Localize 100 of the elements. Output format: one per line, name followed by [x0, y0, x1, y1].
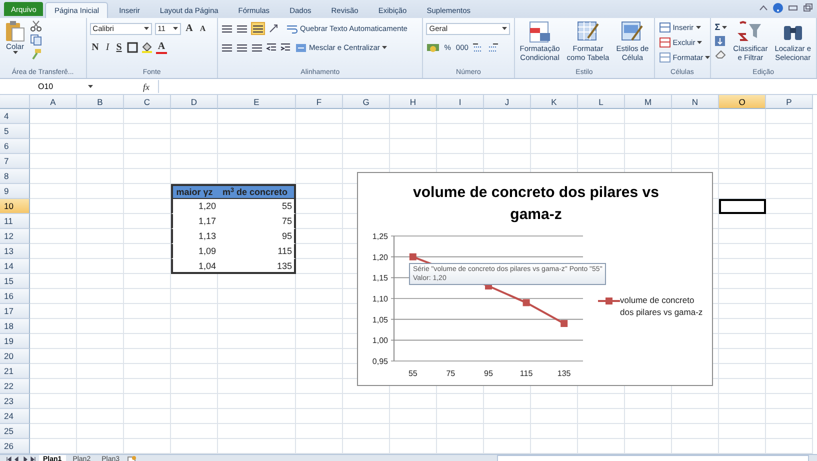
underline-button[interactable]: S	[114, 42, 124, 53]
column-header[interactable]: P	[766, 95, 813, 109]
row-header[interactable]: 10	[0, 199, 30, 214]
table-cell: 75	[218, 214, 296, 229]
caret-icon	[696, 26, 701, 28]
row-header[interactable]: 17	[0, 304, 30, 319]
axis-label: 95	[484, 369, 493, 378]
row-header[interactable]: 24	[0, 409, 30, 424]
column-header[interactable]: O	[719, 95, 766, 109]
axis-label: 55	[408, 369, 418, 378]
data-point[interactable]	[522, 299, 530, 306]
function-button[interactable]: fx	[143, 82, 150, 92]
decrease-decimal-icon[interactable]	[487, 42, 500, 53]
row-header[interactable]: 8	[0, 169, 30, 184]
column-header[interactable]: N	[672, 95, 719, 109]
currency-icon[interactable]	[426, 42, 440, 53]
row-header[interactable]: 13	[0, 244, 30, 259]
row-header[interactable]: 7	[0, 154, 30, 169]
column-header[interactable]: E	[218, 95, 296, 109]
data-point[interactable]	[560, 320, 568, 327]
align-left-icon[interactable]	[221, 42, 234, 53]
clipboard-icon	[5, 20, 25, 42]
column-header[interactable]: G	[343, 95, 390, 109]
eraser-icon[interactable]	[714, 48, 728, 60]
name-box[interactable]: O10	[0, 81, 88, 92]
wrap-icon[interactable]	[286, 24, 298, 34]
column-header[interactable]: M	[625, 95, 672, 109]
column-header[interactable]: B	[77, 95, 124, 109]
decrease-indent-icon[interactable]	[266, 42, 278, 53]
row-header[interactable]: 25	[0, 424, 30, 439]
table-cell: 1,20	[171, 199, 218, 214]
conditional-format-icon	[528, 20, 552, 44]
align-bottom-icon[interactable]	[251, 22, 266, 35]
column-heading: m$^{3}$ de concreto	[218, 184, 296, 199]
increase-indent-icon[interactable]	[280, 42, 292, 53]
sheet-nav-icon[interactable]	[6, 456, 36, 461]
shrink-font-button[interactable]: A	[198, 24, 208, 33]
autosum-button[interactable]: Σ	[714, 20, 728, 34]
row-header[interactable]: 18	[0, 319, 30, 334]
copy-icon[interactable]	[30, 34, 42, 46]
row-header[interactable]: 5	[0, 124, 30, 139]
axis-label: 1,15	[372, 274, 388, 283]
align-right-icon[interactable]	[251, 42, 264, 53]
column-header[interactable]: H	[390, 95, 437, 109]
axis-label: 1,10	[372, 294, 388, 304]
row-header[interactable]: 11	[0, 214, 30, 229]
column-header[interactable]: I	[437, 95, 484, 109]
row-header[interactable]: 20	[0, 349, 30, 364]
column-heading: maior γz	[171, 184, 218, 199]
table-cell: 135	[218, 259, 296, 274]
column-header[interactable]: J	[484, 95, 531, 109]
data-point[interactable]	[409, 253, 416, 260]
border-icon[interactable]	[126, 42, 138, 53]
table-cell: 95	[218, 229, 296, 244]
caret-icon	[697, 40, 702, 44]
minimize-icon[interactable]	[788, 3, 798, 12]
legend-marker-icon	[598, 298, 620, 304]
row-header[interactable]: 19	[0, 334, 30, 349]
column-header[interactable]: C	[124, 95, 171, 109]
chart-title: volume de concreto dos pilares vs gama-z	[412, 183, 660, 225]
align-top-icon[interactable]	[221, 23, 234, 34]
help-icon[interactable]	[773, 3, 783, 13]
row-header[interactable]: 21	[0, 364, 30, 379]
row-header[interactable]: 23	[0, 394, 30, 409]
row-header[interactable]: 16	[0, 289, 30, 304]
column-header[interactable]: D	[171, 95, 218, 109]
caret-icon	[12, 51, 18, 54]
selected-cell[interactable]	[719, 199, 766, 214]
italic-button[interactable]: I	[104, 42, 112, 53]
table-cell: 1,17	[171, 214, 218, 229]
align-middle-icon[interactable]	[236, 23, 248, 34]
table-cell: 1,09	[171, 244, 218, 259]
row-header[interactable]: 14	[0, 259, 30, 274]
caret-up-icon[interactable]	[759, 3, 768, 12]
brush-icon[interactable]	[30, 48, 42, 60]
column-header[interactable]: A	[30, 95, 77, 109]
fill-icon[interactable]	[714, 35, 728, 47]
fill-bucket-icon[interactable]	[140, 42, 153, 53]
column-header[interactable]: K	[531, 95, 578, 109]
delete-cells-icon	[658, 36, 671, 48]
row-header[interactable]: 12	[0, 229, 30, 244]
table-cell: 1,13	[171, 229, 218, 244]
caret-icon	[382, 46, 387, 49]
row-header[interactable]: 9	[0, 184, 30, 199]
restore-icon[interactable]	[803, 3, 813, 12]
font-color-button[interactable]: A	[156, 41, 168, 54]
grow-font-button[interactable]: A	[184, 23, 195, 34]
row-header[interactable]: 6	[0, 139, 30, 154]
table-cell: 1,04	[171, 259, 218, 274]
row-header[interactable]: 26	[0, 439, 30, 454]
scissors-icon[interactable]	[30, 20, 42, 32]
line-chart[interactable]	[357, 172, 713, 386]
align-center-icon[interactable]	[236, 42, 248, 53]
axis-label: 135	[557, 369, 571, 378]
bold-button[interactable]: N	[90, 42, 101, 53]
column-header[interactable]: L	[578, 95, 625, 109]
column-header[interactable]: F	[296, 95, 343, 109]
row-header[interactable]: 22	[0, 379, 30, 394]
row-header[interactable]: 15	[0, 274, 30, 289]
row-header[interactable]: 4	[0, 109, 30, 124]
